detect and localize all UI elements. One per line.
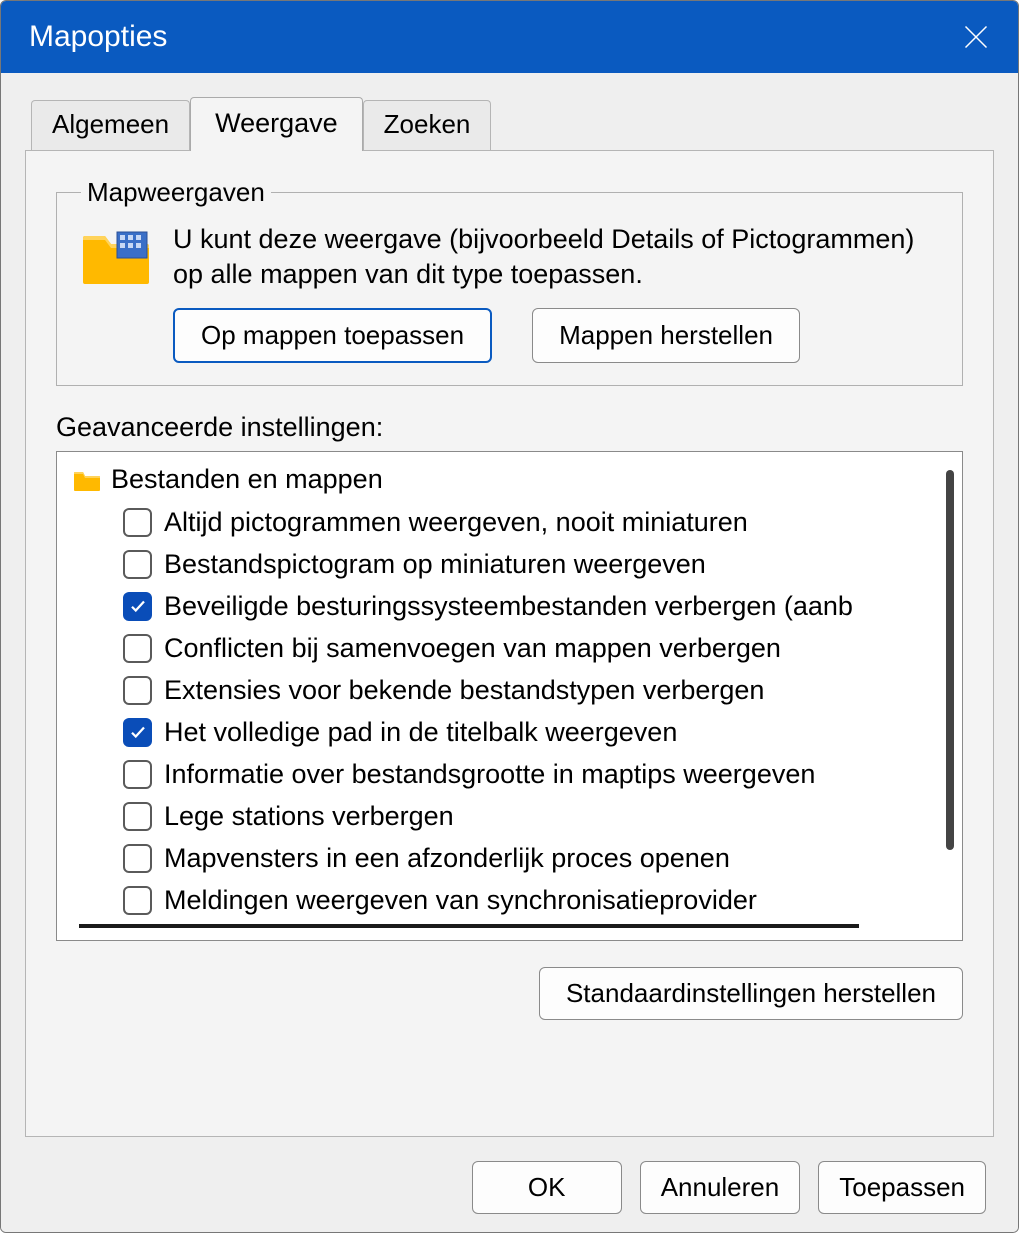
check-item[interactable]: Extensies voor bekende bestandstypen ver… [123, 669, 952, 711]
restore-defaults-row: Standaardinstellingen herstellen [56, 967, 963, 1020]
folder-views-row: U kunt deze weergave (bijvoorbeeld Detai… [81, 222, 938, 292]
horizontal-scrollbar[interactable] [79, 924, 859, 928]
tab-panel-view: Mapweergaven U kunt deze weergave (bijvo… [25, 150, 994, 1137]
check-item-label: Bestandspictogram op miniaturen weergeve… [164, 549, 706, 580]
tab-strip: Algemeen Weergave Zoeken [25, 97, 994, 150]
tree-root: Bestanden en mappen [73, 464, 952, 495]
check-item-label: Conflicten bij samenvoegen van mappen ve… [164, 633, 781, 664]
folder-thumb-icon [81, 226, 151, 286]
checkbox[interactable] [123, 676, 152, 705]
check-item-label: Beveiligde besturingssysteembestanden ve… [164, 591, 853, 622]
apply-to-folders-button[interactable]: Op mappen toepassen [173, 308, 492, 363]
checkbox-list: Altijd pictogrammen weergeven, nooit min… [73, 501, 952, 921]
check-icon [129, 723, 147, 741]
advanced-settings-label: Geavanceerde instellingen: [56, 412, 963, 443]
folder-icon [73, 468, 101, 492]
check-item-label: Informatie over bestandsgrootte in mapti… [164, 759, 815, 790]
close-icon [962, 23, 990, 51]
checkbox[interactable] [123, 760, 152, 789]
tab-general[interactable]: Algemeen [31, 100, 190, 150]
check-item-label: Lege stations verbergen [164, 801, 454, 832]
check-item[interactable]: Mapvensters in een afzonderlijk proces o… [123, 837, 952, 879]
check-item[interactable]: Het volledige pad in de titelbalk weerge… [123, 711, 952, 753]
folder-views-description: U kunt deze weergave (bijvoorbeeld Detai… [173, 222, 938, 292]
tab-search[interactable]: Zoeken [363, 100, 492, 150]
advanced-settings-list[interactable]: Bestanden en mappen Altijd pictogrammen … [56, 451, 963, 941]
checkbox[interactable] [123, 886, 152, 915]
check-item-label: Mapvensters in een afzonderlijk proces o… [164, 843, 730, 874]
tab-view[interactable]: Weergave [190, 97, 363, 151]
folder-views-legend: Mapweergaven [81, 177, 271, 208]
check-item[interactable]: Bestandspictogram op miniaturen weergeve… [123, 543, 952, 585]
check-icon [129, 597, 147, 615]
vertical-scrollbar[interactable] [946, 470, 954, 850]
dialog-title: Mapopties [29, 20, 167, 54]
check-item-label: Extensies voor bekende bestandstypen ver… [164, 675, 764, 706]
check-item[interactable]: Conflicten bij samenvoegen van mappen ve… [123, 627, 952, 669]
checkbox[interactable] [123, 550, 152, 579]
reset-folders-button[interactable]: Mappen herstellen [532, 308, 800, 363]
checkbox[interactable] [123, 718, 152, 747]
checkbox[interactable] [123, 802, 152, 831]
check-item[interactable]: Meldingen weergeven van synchronisatiepr… [123, 879, 952, 921]
checkbox[interactable] [123, 844, 152, 873]
checkbox[interactable] [123, 592, 152, 621]
dialog-body: Algemeen Weergave Zoeken Mapweergaven [1, 73, 1018, 1232]
dialog-footer: OK Annuleren Toepassen [25, 1161, 994, 1214]
folder-views-buttons: Op mappen toepassen Mappen herstellen [173, 308, 938, 363]
restore-defaults-button[interactable]: Standaardinstellingen herstellen [539, 967, 963, 1020]
check-item[interactable]: Informatie over bestandsgrootte in mapti… [123, 753, 952, 795]
check-item[interactable]: Beveiligde besturingssysteembestanden ve… [123, 585, 952, 627]
check-item[interactable]: Altijd pictogrammen weergeven, nooit min… [123, 501, 952, 543]
ok-button[interactable]: OK [472, 1161, 622, 1214]
tree-root-label: Bestanden en mappen [111, 464, 383, 495]
titlebar: Mapopties [1, 1, 1018, 73]
checkbox[interactable] [123, 508, 152, 537]
check-item-label: Het volledige pad in de titelbalk weerge… [164, 717, 677, 748]
check-item[interactable]: Lege stations verbergen [123, 795, 952, 837]
close-button[interactable] [956, 17, 996, 57]
folder-options-dialog: Mapopties Algemeen Weergave Zoeken Mapwe… [0, 0, 1019, 1233]
check-item-label: Meldingen weergeven van synchronisatiepr… [164, 885, 757, 916]
checkbox[interactable] [123, 634, 152, 663]
cancel-button[interactable]: Annuleren [640, 1161, 801, 1214]
folder-views-group: Mapweergaven U kunt deze weergave (bijvo… [56, 177, 963, 386]
check-item-label: Altijd pictogrammen weergeven, nooit min… [164, 507, 748, 538]
apply-button[interactable]: Toepassen [818, 1161, 986, 1214]
